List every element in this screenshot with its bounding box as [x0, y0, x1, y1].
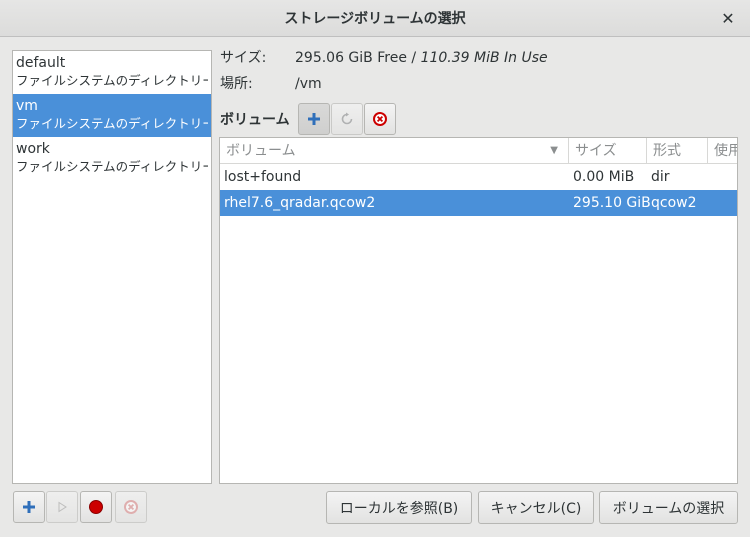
column-header-label: ボリューム: [226, 143, 296, 159]
stop-icon: [89, 500, 103, 514]
delete-icon: [372, 112, 387, 126]
close-icon[interactable]: ✕: [718, 8, 738, 28]
title-bar[interactable]: ストレージボリュームの選択 ✕: [0, 0, 750, 37]
choose-volume-button[interactable]: ボリュームの選択: [599, 491, 738, 524]
pool-desc: ファイルシステムのディレクトリー: [16, 159, 208, 174]
volume-format-cell: qcow2: [651, 195, 697, 211]
cancel-button[interactable]: キャンセル(C): [478, 491, 594, 524]
pool-name: work: [16, 141, 50, 157]
column-header-label: 形式: [653, 143, 681, 159]
column-header-label: サイズ: [575, 143, 617, 159]
delete-volume-button[interactable]: [363, 103, 396, 135]
table-header: ボリューム ▼ サイズ 形式 使用: [220, 138, 737, 164]
stop-pool-button[interactable]: [80, 491, 112, 523]
add-volume-button[interactable]: [297, 103, 330, 135]
size-inuse: 110.39 MiB In Use: [420, 50, 548, 66]
plus-icon: [23, 501, 35, 513]
pool-item-vm[interactable]: vm ファイルシステムのディレクトリー: [13, 94, 211, 137]
browse-local-button[interactable]: ローカルを参照(B): [326, 491, 472, 524]
start-pool-button[interactable]: [46, 491, 78, 523]
volume-format-cell: dir: [651, 169, 670, 185]
column-header-used[interactable]: 使用: [708, 138, 737, 164]
size-value: 295.06 GiB Free / 110.39 MiB In Use: [295, 48, 548, 68]
volume-size-cell: 0.00 MiB: [573, 169, 635, 185]
pool-item-work[interactable]: work ファイルシステムのディレクトリー: [13, 137, 211, 180]
pool-list[interactable]: default ファイルシステムのディレクトリー vm ファイルシステムのディレ…: [12, 50, 212, 484]
refresh-icon: [341, 112, 352, 125]
play-icon: [58, 501, 67, 513]
column-header-label: 使用: [714, 143, 737, 159]
location-value: /vm: [295, 76, 322, 92]
column-header-size[interactable]: サイズ: [569, 138, 647, 164]
sort-down-icon: ▼: [550, 145, 558, 156]
add-pool-button[interactable]: [13, 491, 45, 523]
delete-icon: [124, 500, 138, 514]
refresh-volumes-button[interactable]: [330, 103, 363, 135]
pool-name: default: [16, 55, 66, 71]
plus-icon: [307, 113, 320, 125]
pool-desc: ファイルシステムのディレクトリー: [16, 73, 208, 88]
location-label: 場所:: [220, 76, 253, 92]
table-row[interactable]: lost+found 0.00 MiB dir: [220, 164, 737, 190]
volume-section-label: ボリューム: [220, 112, 290, 128]
volume-table[interactable]: ボリューム ▼ サイズ 形式 使用 lost+found 0.00 MiB di…: [219, 137, 738, 484]
volume-name-cell: rhel7.6_qradar.qcow2: [224, 195, 376, 211]
size-free: 295.06 GiB Free /: [295, 50, 417, 66]
volume-name-cell: lost+found: [224, 169, 302, 185]
column-header-volume[interactable]: ボリューム ▼: [220, 138, 569, 164]
pool-desc: ファイルシステムのディレクトリー: [16, 116, 208, 131]
table-row[interactable]: rhel7.6_qradar.qcow2 295.10 GiB qcow2: [220, 190, 737, 216]
size-label: サイズ:: [220, 50, 267, 66]
pool-item-default[interactable]: default ファイルシステムのディレクトリー: [13, 51, 211, 94]
volume-toolbar: ボリューム: [220, 103, 397, 135]
dialog-title: ストレージボリュームの選択: [284, 11, 466, 27]
pool-name: vm: [16, 98, 38, 114]
delete-pool-button[interactable]: [115, 491, 147, 523]
dialog-window: ストレージボリュームの選択 ✕ default ファイルシステムのディレクトリー…: [0, 0, 750, 537]
column-header-format[interactable]: 形式: [647, 138, 708, 164]
volume-size-cell: 295.10 GiB: [573, 195, 651, 211]
